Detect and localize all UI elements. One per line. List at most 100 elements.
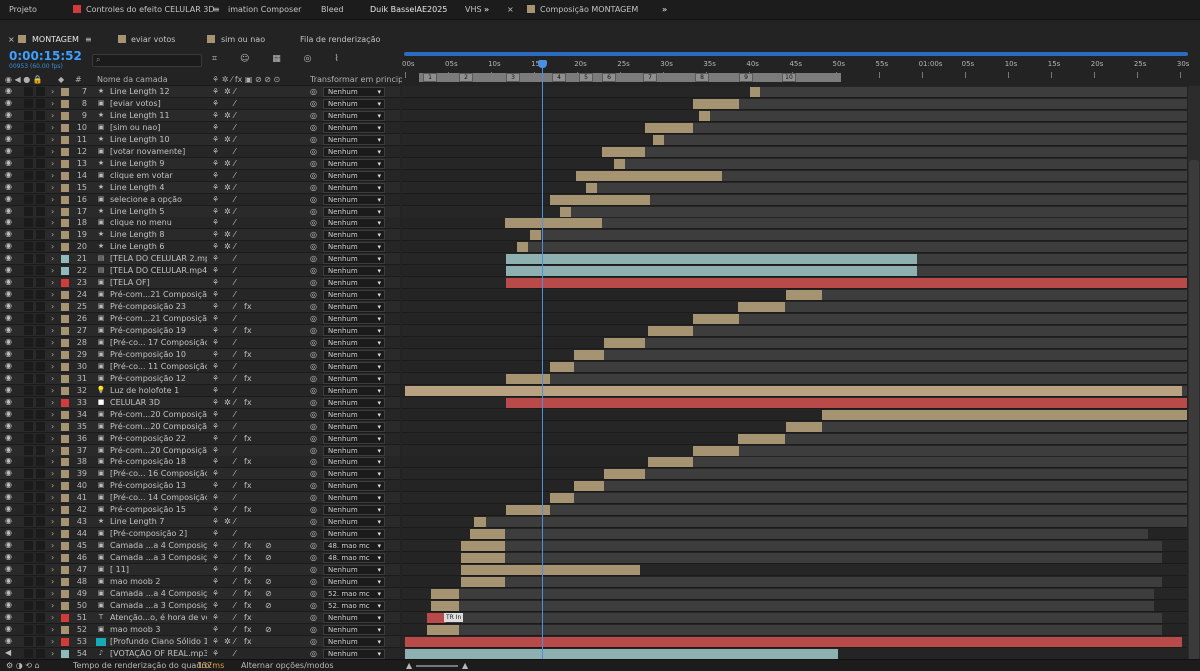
expand-chevron-icon[interactable]: › — [51, 314, 54, 323]
visibility-eye-icon[interactable]: ◉ — [5, 576, 12, 585]
lock-toggle[interactable] — [36, 553, 45, 563]
quality-switch-icon[interactable]: ⁄ — [234, 135, 235, 144]
label-color-swatch[interactable] — [61, 195, 69, 204]
layer-duration-bar[interactable] — [427, 624, 459, 635]
shy-switch-icon[interactable]: ⚘ — [212, 326, 219, 335]
quality-switch-icon[interactable]: ⁄ — [234, 207, 235, 216]
lock-toggle[interactable] — [36, 421, 45, 431]
shy-switch-icon[interactable]: ⚘ — [212, 410, 219, 419]
solo-toggle[interactable] — [24, 612, 33, 622]
collapse-switch-icon[interactable]: ✲ — [224, 183, 231, 192]
layer-row[interactable]: ◉ › 53 [Profundo Ciano Sólido 1] ⚘ ✲ ⁄ fx ◎ Nenhu… — [0, 635, 400, 648]
visibility-eye-icon[interactable]: ◉ — [5, 433, 12, 442]
lock-toggle[interactable] — [36, 541, 45, 551]
shy-switch-icon[interactable]: ⚘ — [212, 481, 219, 490]
visibility-eye-icon[interactable]: ◉ — [5, 325, 12, 334]
layer-row[interactable]: ◉ › 29 ▣ Pré-composição 10 ⚘ ⁄ fx ◎ Nenhum — [0, 348, 400, 361]
expand-chevron-icon[interactable]: › — [51, 87, 54, 96]
name-column-header[interactable]: Nome da camada — [97, 75, 168, 84]
solo-toggle[interactable] — [24, 529, 33, 539]
quality-switch-icon[interactable]: ⁄ — [234, 493, 235, 502]
quality-switch-icon[interactable]: ⁄ — [234, 446, 235, 455]
lock-toggle[interactable] — [36, 565, 45, 574]
layer-duration-bar[interactable] — [431, 588, 459, 599]
layer-duration-bar[interactable] — [574, 481, 604, 492]
expand-chevron-icon[interactable]: › — [51, 374, 54, 383]
parent-dropdown[interactable]: Nenhum — [323, 290, 385, 301]
quality-switch-icon[interactable]: ⁄ — [234, 278, 235, 287]
scrollbar-thumb[interactable] — [1189, 160, 1199, 660]
expand-chevron-icon[interactable]: › — [51, 434, 54, 443]
parent-pickwhip-icon[interactable]: ◎ — [310, 386, 317, 395]
tab-eviar-votos[interactable]: eviar votos — [131, 33, 175, 46]
solo-toggle[interactable] — [24, 517, 33, 527]
layer-name[interactable]: [TELA OF] — [110, 278, 207, 287]
visibility-eye-icon[interactable]: ◉ — [5, 277, 12, 286]
layer-name[interactable]: Pré-composição 22 — [110, 434, 207, 443]
parent-dropdown[interactable]: Nenhum — [323, 98, 385, 109]
layer-duration-bar[interactable] — [653, 134, 664, 145]
label-color-swatch[interactable] — [61, 231, 69, 240]
solo-toggle[interactable] — [24, 326, 33, 335]
label-color-swatch[interactable] — [61, 135, 69, 144]
layer-row[interactable]: ◉ › 27 ▣ Pré-composição 19 ⚘ ⁄ fx ◎ Nenhum — [0, 325, 400, 337]
tab-vhs[interactable]: VHS — [465, 0, 482, 20]
parent-dropdown[interactable]: Nenhum — [323, 326, 385, 336]
layer-duration-bar[interactable] — [431, 600, 459, 611]
visibility-eye-icon[interactable]: ◉ — [5, 385, 12, 394]
shy-switch-icon[interactable]: ⚘ — [212, 457, 219, 466]
solo-toggle[interactable] — [24, 481, 33, 491]
expand-chevron-icon[interactable]: › — [51, 553, 54, 562]
collapse-switch-icon[interactable]: ✲ — [224, 242, 231, 251]
label-color-swatch[interactable] — [61, 506, 69, 515]
visibility-eye-icon[interactable]: ◉ — [5, 158, 12, 167]
label-color-swatch[interactable] — [61, 88, 69, 96]
solo-toggle[interactable] — [24, 624, 33, 634]
visibility-eye-icon[interactable]: ◀ — [5, 648, 11, 657]
layer-duration-bar[interactable] — [604, 337, 645, 348]
label-color-swatch[interactable] — [61, 147, 69, 156]
layer-name[interactable]: clique em votar — [110, 171, 207, 180]
parent-pickwhip-icon[interactable]: ◎ — [310, 529, 317, 538]
layer-name[interactable]: [Pré-composição 2] — [110, 529, 207, 538]
visibility-eye-icon[interactable]: ◉ — [5, 182, 12, 191]
label-color-swatch[interactable] — [61, 111, 69, 120]
layer-duration-bar[interactable] — [604, 469, 645, 480]
shy-switch-icon[interactable]: ⚘ — [212, 398, 219, 407]
label-color-swatch[interactable] — [61, 303, 69, 312]
label-color-swatch[interactable] — [61, 338, 69, 347]
solo-toggle[interactable] — [24, 433, 33, 443]
tab-bleed[interactable]: Bleed — [321, 0, 344, 20]
parent-pickwhip-icon[interactable]: ◎ — [310, 195, 317, 204]
layer-name[interactable]: [VOTAÇÃO OF REAL.mp3] — [110, 649, 207, 658]
parent-pickwhip-icon[interactable]: ◎ — [310, 625, 317, 634]
graph-editor-icon[interactable]: ⌇ — [334, 54, 338, 64]
parent-pickwhip-icon[interactable]: ◎ — [310, 230, 317, 239]
frame-blend-icon[interactable]: ▦ — [272, 54, 281, 64]
quality-switch-icon[interactable]: ⁄ — [234, 577, 235, 586]
parent-dropdown[interactable]: Nenhum — [323, 469, 385, 480]
collapse-switch-icon[interactable]: ✲ — [224, 159, 231, 168]
solo-toggle[interactable] — [24, 457, 33, 467]
shy-switch-icon[interactable]: ⚘ — [212, 207, 219, 216]
layer-name[interactable]: Pré-com...20 Composição 2 — [110, 410, 207, 419]
shy-switch-icon[interactable]: ⚘ — [212, 565, 219, 574]
layer-duration-bar[interactable] — [405, 636, 1182, 647]
layer-name[interactable]: Line Length 9 — [110, 159, 207, 168]
visibility-eye-icon[interactable]: ◉ — [5, 170, 12, 179]
quality-switch-icon[interactable]: ⁄ — [234, 553, 235, 562]
shy-switch-icon[interactable]: ⚘ — [212, 541, 219, 550]
lock-toggle[interactable] — [36, 588, 45, 598]
layer-name[interactable]: Line Length 7 — [110, 517, 207, 526]
quality-switch-icon[interactable]: ⁄ — [234, 195, 235, 204]
quality-switch-icon[interactable]: ⁄ — [234, 99, 235, 108]
parent-dropdown[interactable]: Nenhum — [323, 612, 385, 623]
layer-name[interactable]: [Pré-co... 14 Composição 1] — [110, 493, 207, 502]
layer-row[interactable]: ◉ › 52 ▣ mao moob 3 ⚘ ⁄ fx ⊘ ◎ Nenhum — [0, 623, 400, 636]
parent-pickwhip-icon[interactable]: ◎ — [310, 302, 317, 311]
layer-row[interactable]: ◉ › 34 ▣ Pré-com...20 Composição 2 ⚘ ⁄ ◎ Nenhum — [0, 408, 400, 421]
quality-switch-icon[interactable]: ⁄ — [234, 183, 235, 192]
shy-switch-icon[interactable]: ⚘ — [212, 266, 219, 275]
solo-toggle[interactable] — [24, 541, 33, 551]
shy-switch-icon[interactable]: ⚘ — [212, 87, 219, 96]
